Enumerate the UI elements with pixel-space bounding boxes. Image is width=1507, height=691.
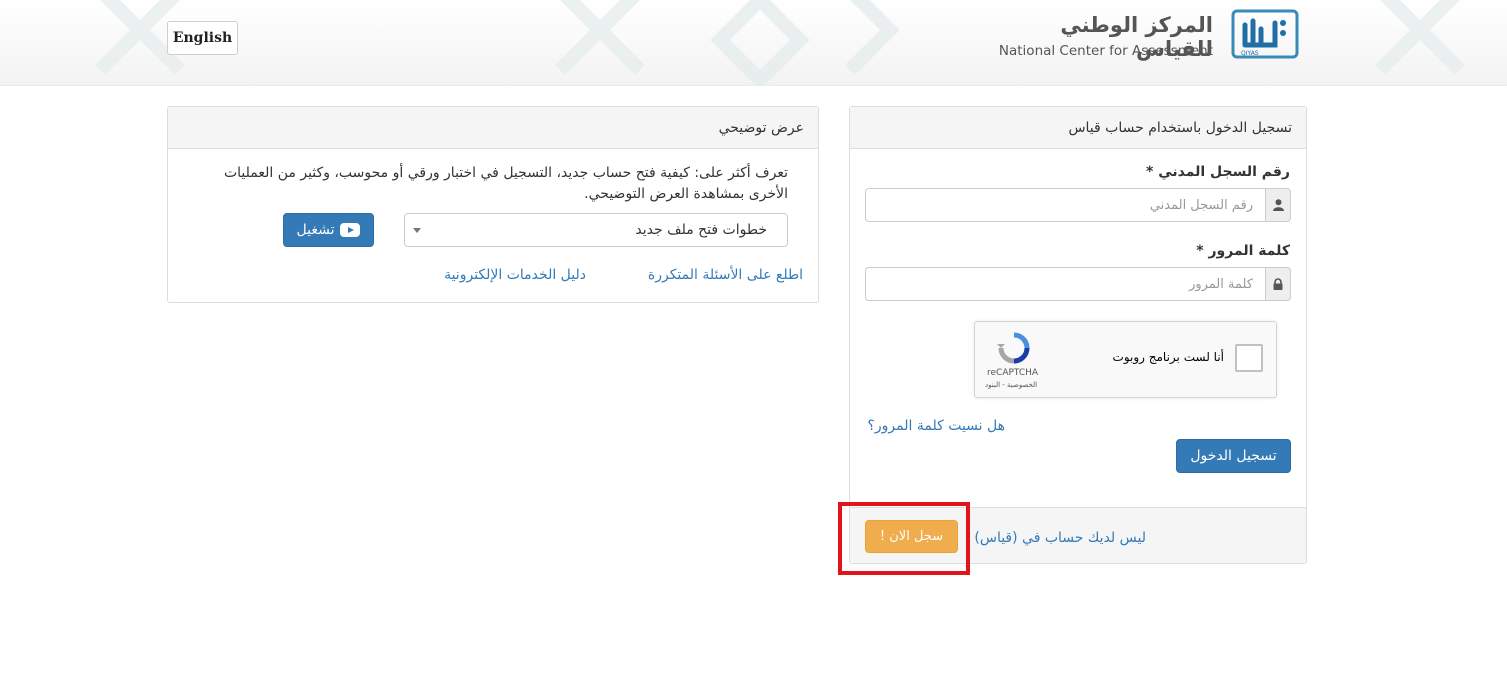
password-group (865, 267, 1291, 301)
logo-icon-caption: QIYAS (1241, 50, 1259, 57)
register-highlight-box (838, 502, 970, 575)
login-panel-heading: تسجيل الدخول باستخدام حساب قياس (850, 107, 1306, 149)
password-label: كلمة المرور * (1196, 243, 1290, 259)
recaptcha-checkbox[interactable] (1235, 344, 1263, 372)
lock-icon (1265, 267, 1291, 301)
demo-description: تعرف أكثر على: كيفية فتح حساب جديد، التس… (223, 165, 788, 202)
header: English المركز الوطني للقياس National Ce… (0, 0, 1507, 86)
id-number-group (865, 188, 1291, 222)
demo-select-value: خطوات فتح ملف جديد (635, 222, 767, 238)
forgot-password-link[interactable]: هل نسيت كلمة المرور؟ (867, 418, 1005, 434)
qiyas-logo-icon: QIYAS (1231, 9, 1299, 59)
youtube-play-icon (340, 223, 361, 237)
recaptcha-brand: reCAPTCHA (987, 368, 1039, 378)
play-button-label: تشغيل (296, 222, 335, 238)
user-icon (1265, 188, 1291, 222)
demo-panel-heading: عرض توضيحي (168, 107, 818, 149)
demo-panel: عرض توضيحي تعرف أكثر على: كيفية فتح حساب… (167, 106, 819, 303)
services-guide-link[interactable]: دليل الخدمات الإلكترونية (444, 267, 586, 283)
password-input[interactable] (865, 267, 1265, 301)
recaptcha-label: أنا لست برنامج روبوت (1112, 350, 1224, 364)
recaptcha-privacy-links[interactable]: الخصوصية - البنود (985, 381, 1037, 389)
demo-video-select[interactable]: خطوات فتح ملف جديد (404, 213, 788, 247)
no-account-text[interactable]: ليس لديك حساب في (قياس) (974, 530, 1146, 546)
login-panel: تسجيل الدخول باستخدام حساب قياس رقم السج… (849, 106, 1307, 564)
recaptcha-logo-icon (997, 332, 1030, 364)
caret-down-icon (413, 228, 421, 233)
logo-title-en: National Center for Assessment (998, 43, 1213, 59)
english-language-button[interactable]: English (167, 21, 238, 55)
id-number-label: رقم السجل المدني * (1146, 164, 1290, 180)
recaptcha-widget: أنا لست برنامج روبوت reCAPTCHA الخصوصية … (974, 321, 1277, 398)
login-panel-title: تسجيل الدخول باستخدام حساب قياس (1068, 119, 1292, 136)
login-button[interactable]: تسجيل الدخول (1176, 439, 1291, 473)
id-number-input[interactable] (865, 188, 1265, 222)
faq-link[interactable]: اطلع على الأسئلة المتكررة (648, 267, 803, 283)
play-button[interactable]: تشغيل (283, 213, 374, 247)
demo-panel-title: عرض توضيحي (718, 119, 804, 136)
